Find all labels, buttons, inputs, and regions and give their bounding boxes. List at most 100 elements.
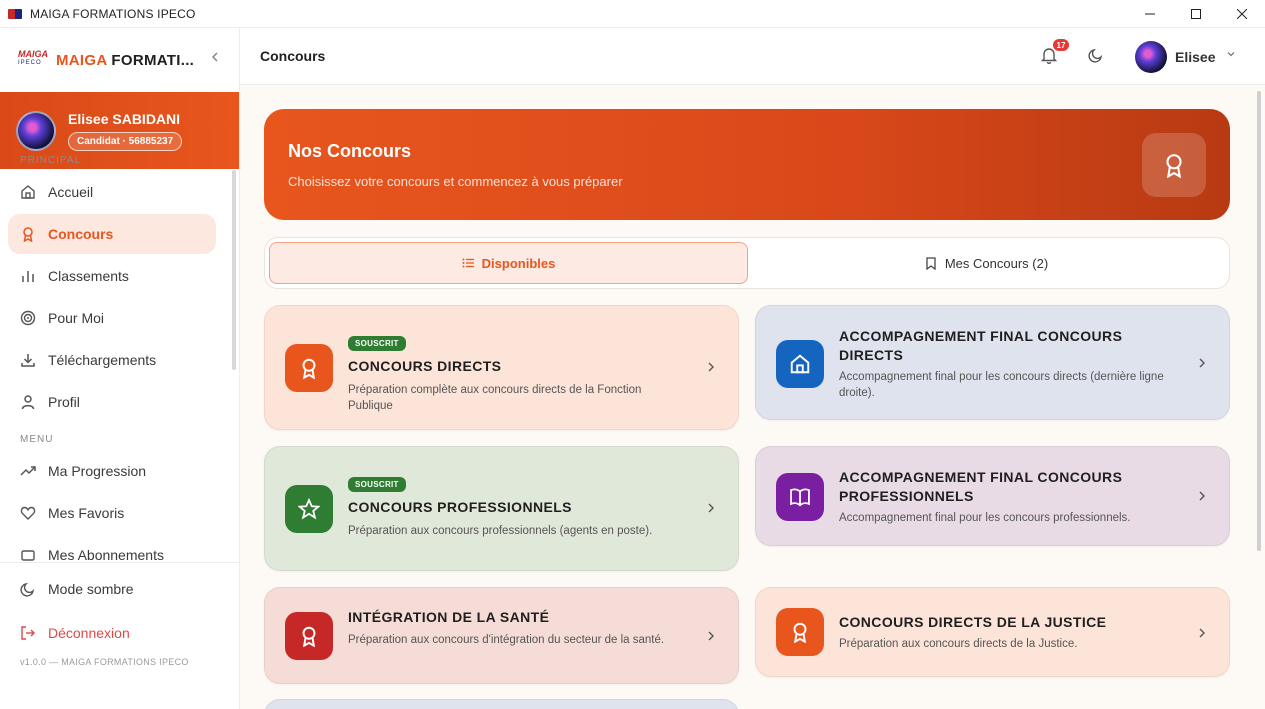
bookmark-icon [925,256,937,270]
page-title: Concours [260,48,326,64]
moon-icon [20,581,36,597]
home-icon [776,340,824,388]
sidebar-item-mes-favoris[interactable]: Mes Favoris [8,493,216,533]
list-icon [462,257,474,269]
tab-disponibles[interactable]: Disponibles [269,242,748,284]
window-title: MAIGA FORMATIONS IPECO [30,6,196,21]
section-principal: PRINCIPAL [20,155,82,166]
concours-card-accompagnement-professionnels[interactable]: ACCOMPAGNEMENT FINAL CONCOURS PROFESSION… [755,446,1230,546]
sidebar-item-profil[interactable]: Profil [8,382,216,422]
sidebar-item-ma-progression[interactable]: Ma Progression [8,451,216,491]
chevron-right-icon [1197,626,1207,642]
star-icon [285,485,333,533]
card-title: ACCOMPAGNEMENT FINAL CONCOURS DIRECTS [839,328,1123,363]
subscribed-badge: SOUSCRIT [348,477,406,492]
card-description: Préparation complète aux concours direct… [348,384,642,412]
minimize-button[interactable] [1127,0,1173,28]
notifications-count-badge: 17 [1052,38,1070,52]
sidebar-item-label: Profil [48,394,80,410]
app-logo-icon [8,8,22,19]
award-icon [285,344,333,392]
close-button[interactable] [1219,0,1265,28]
sidebar-item-label: Classements [48,268,129,284]
version-text: v1.0.0 — MAIGA FORMATIONS IPECO [20,657,189,667]
sidebar-item-pour-moi[interactable]: Pour Moi [8,298,216,338]
maximize-button[interactable] [1173,0,1219,28]
user-menu-chevron[interactable] [1226,48,1236,62]
header-user-name[interactable]: Elisee [1175,49,1215,65]
tab-label: Mes Concours (2) [944,255,1049,271]
brand-logo-top: MAIGA [18,49,48,59]
award-icon [285,612,333,660]
sidebar-nav: PRINCIPAL Accueil Concours Classements P… [0,141,236,562]
hero-banner: Nos Concours Choisissez votre concours e… [264,109,1230,220]
chevron-down-icon [1227,52,1235,57]
sidebar-item-telechargements[interactable]: Téléchargements [8,340,216,380]
card-description: Préparation aux concours directs de la J… [839,638,1078,650]
trending-up-icon [20,463,36,479]
sidebar-item-classements[interactable]: Classements [8,256,216,296]
card-description: Accompagnement final pour les concours d… [839,371,1164,399]
card-title: CONCOURS DIRECTS [348,358,502,374]
card-description: Préparation aux concours d'intégration d… [348,634,665,646]
award-icon [1142,133,1206,197]
user-name: Elisee SABIDANI [68,110,181,127]
card-title: INTÉGRATION DE LA SANTÉ [348,609,550,625]
book-icon [776,473,824,521]
sidebar-item-label: Accueil [48,184,94,200]
dark-mode-label: Mode sombre [48,581,134,597]
sidebar-item-label: Ma Progression [48,463,147,479]
collapse-sidebar-button[interactable] [209,50,221,68]
window-titlebar: MAIGA FORMATIONS IPECO [0,0,1265,28]
section-menu: MENU [20,434,54,445]
tab-mes-concours[interactable]: Mes Concours (2) [748,242,1225,284]
chevron-right-icon [1197,489,1207,505]
dark-mode-toggle[interactable]: Mode sombre [8,569,219,609]
card-title: CONCOURS DIRECTS DE LA JUSTICE [839,614,1107,630]
brand-logo-bottom: IPECO [18,60,42,66]
card-title: CONCOURS PROFESSIONNELS [348,499,572,515]
chevron-right-icon [706,629,716,645]
hero-subtitle: Choisissez votre concours et commencez à… [288,174,623,189]
card-title: ACCOMPAGNEMENT FINAL CONCOURS PROFESSION… [839,469,1123,504]
chevron-right-icon [706,501,716,517]
chevron-right-icon [706,360,716,376]
award-icon [20,226,36,242]
subscribed-badge: SOUSCRIT [348,336,406,351]
chevron-left-icon [211,52,218,62]
sidebar-item-accueil[interactable]: Accueil [8,172,216,212]
subscription-icon [20,547,36,562]
chevron-right-icon [1197,356,1207,372]
sidebar-item-label: Mes Favoris [48,505,125,521]
brand-name-rest: FORMATI... [106,51,195,69]
card-description: Accompagnement final pour les concours p… [839,512,1131,524]
main-content: Nos Concours Choisissez votre concours e… [240,85,1265,709]
sidebar-item-label: Téléchargements [48,352,157,368]
card-description: Préparation aux concours professionnels … [348,525,653,537]
concours-card-justice[interactable]: CONCOURS DIRECTS DE LA JUSTICE Préparati… [755,587,1230,677]
logout-button[interactable]: Déconnexion [8,613,219,653]
brand-logo: MAIGA IPECO [18,49,48,71]
award-icon [776,608,824,656]
moon-icon [1088,48,1103,63]
sidebar-item-label: Concours [48,226,114,242]
header-avatar[interactable] [1135,41,1167,73]
sidebar-item-mes-abonnements[interactable]: Mes Abonnements [8,535,216,562]
concours-card-partial[interactable] [264,699,739,709]
tab-label: Disponibles [481,255,556,271]
concours-card-sante[interactable]: INTÉGRATION DE LA SANTÉ Préparation aux … [264,587,739,684]
heart-icon [20,505,36,521]
hero-title: Nos Concours [288,141,412,161]
bar-chart-icon [20,268,36,284]
sidebar-item-concours[interactable]: Concours [8,214,216,254]
concours-card-professionnels[interactable]: SOUSCRIT CONCOURS PROFESSIONNELS Prépara… [264,446,739,571]
download-icon [20,352,36,368]
logout-icon [20,625,36,641]
theme-toggle-button[interactable] [1088,47,1106,65]
concours-card-accompagnement-directs[interactable]: ACCOMPAGNEMENT FINAL CONCOURS DIRECTS Ac… [755,305,1230,420]
concours-card-directs[interactable]: SOUSCRIT CONCOURS DIRECTS Préparation co… [264,305,739,430]
content-scrollbar[interactable] [1257,91,1261,551]
main-header: Concours 17 Elisee [240,28,1265,85]
sidebar-footer: Mode sombre Déconnexion v1.0.0 — MAIGA F… [0,562,239,681]
user-icon [20,394,36,410]
